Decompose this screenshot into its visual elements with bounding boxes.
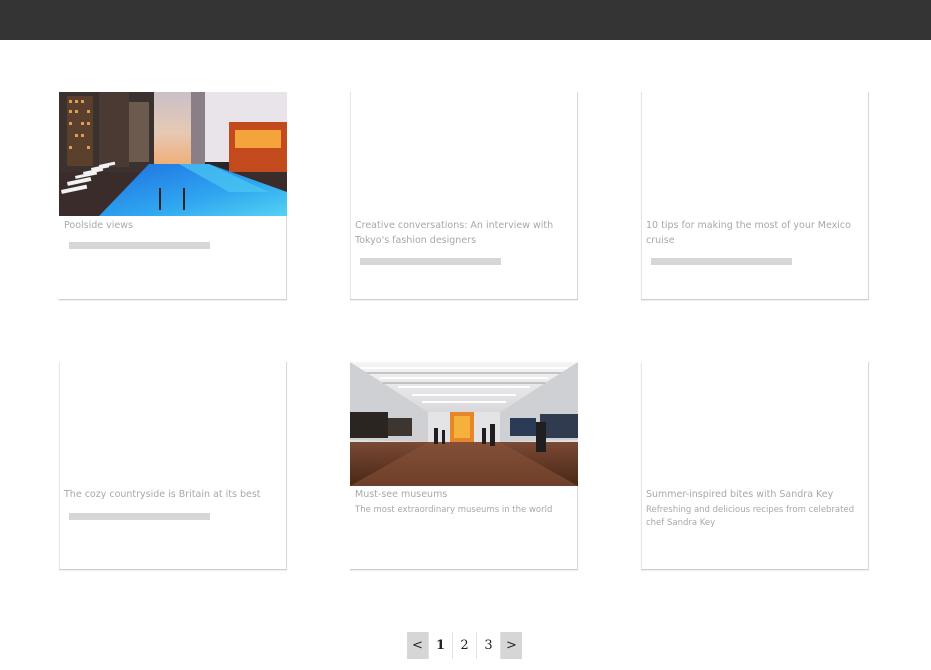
- card-title[interactable]: The cozy countryside is Britain at its b…: [64, 487, 274, 502]
- card-title[interactable]: Creative conversations: An interview wit…: [355, 218, 565, 248]
- card-title[interactable]: Must-see museums: [355, 487, 565, 502]
- loading-placeholder: [360, 258, 501, 265]
- top-bar: [0, 0, 931, 40]
- card-title[interactable]: Summer-inspired bites with Sandra Key: [646, 487, 856, 502]
- article-card-museums[interactable]: Must-see museums The most extraordinary …: [350, 362, 578, 570]
- loading-placeholder: [69, 513, 210, 520]
- card-title[interactable]: Poolside views: [64, 218, 274, 233]
- page-2-link[interactable]: 2: [453, 632, 477, 659]
- loading-placeholder: [69, 242, 210, 249]
- loading-placeholder: [651, 258, 792, 265]
- card-edge: [350, 92, 351, 299]
- pagination: < 1 2 3 >: [407, 632, 522, 659]
- prev-page-button[interactable]: <: [407, 632, 428, 659]
- pool-photo: [59, 92, 287, 216]
- article-card-summer-bites[interactable]: Summer-inspired bites with Sandra Key Re…: [641, 362, 869, 570]
- museum-image[interactable]: [350, 362, 578, 486]
- article-card-mexico-cruise[interactable]: 10 tips for making the most of your Mexi…: [641, 92, 869, 300]
- card-edge: [641, 92, 642, 299]
- card-edge: [59, 362, 60, 569]
- article-card-creative-conversations[interactable]: Creative conversations: An interview wit…: [350, 92, 578, 300]
- museum-photo: [350, 362, 578, 486]
- card-description: The most extraordinary museums in the wo…: [355, 505, 553, 515]
- page-1-link[interactable]: 1: [428, 632, 453, 659]
- card-edge: [641, 362, 642, 569]
- card-description: Refreshing and delicious recipes from ce…: [646, 505, 855, 528]
- article-card-countryside[interactable]: The cozy countryside is Britain at its b…: [59, 362, 287, 570]
- poolside-image[interactable]: [59, 92, 287, 216]
- page-3-link[interactable]: 3: [477, 632, 501, 659]
- next-page-button[interactable]: >: [501, 632, 522, 659]
- card-title[interactable]: 10 tips for making the most of your Mexi…: [646, 218, 856, 248]
- article-card-poolside[interactable]: Poolside views: [59, 92, 287, 300]
